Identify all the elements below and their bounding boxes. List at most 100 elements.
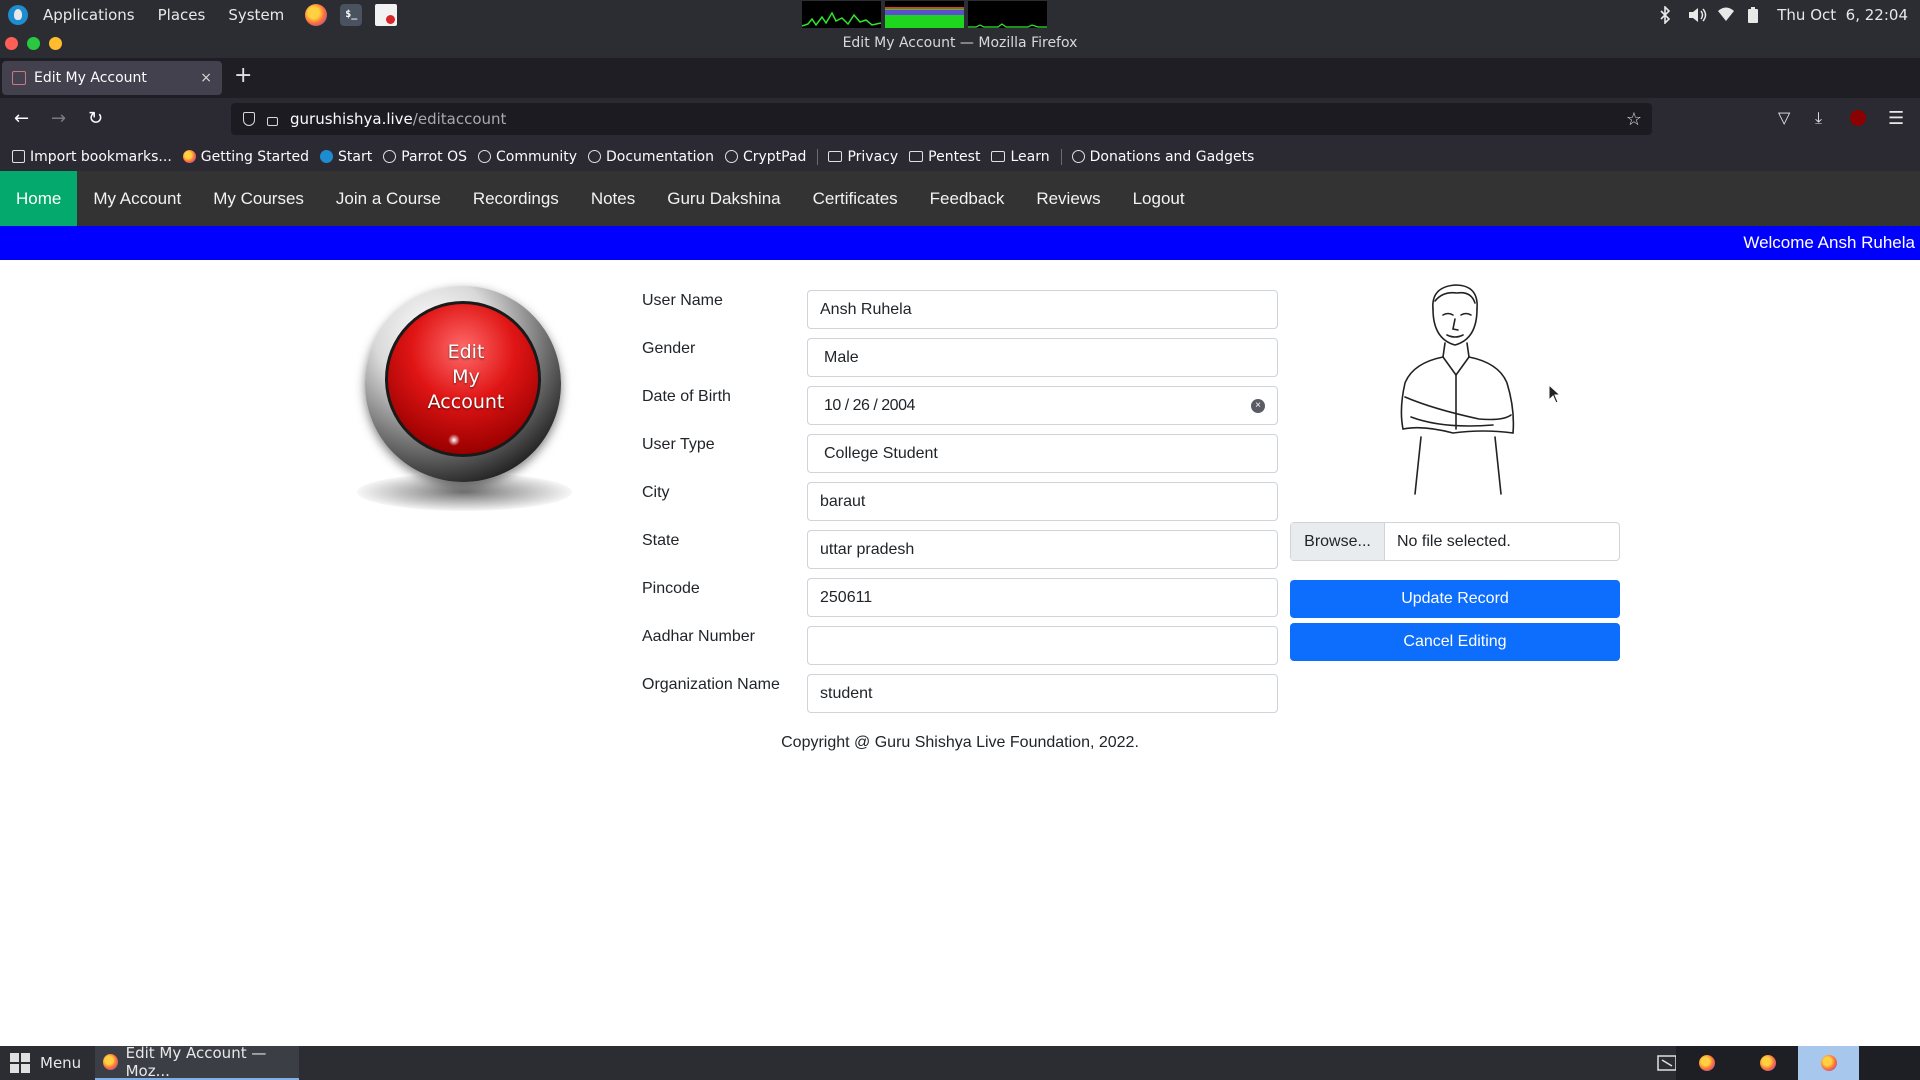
user-name-label: User Name [642, 292, 723, 309]
photo-file-input[interactable]: Browse... No file selected. [1290, 522, 1620, 561]
nav-reviews[interactable]: Reviews [1020, 171, 1116, 226]
bookmark-community[interactable]: Community [477, 149, 577, 165]
network-graph [968, 1, 1047, 28]
new-tab-button[interactable]: + [234, 63, 252, 88]
nav-certificates[interactable]: Certificates [797, 171, 914, 226]
navigation-toolbar: ← → ↻ gurushishya.live/editaccount ☆ ▽ ⤓… [0, 98, 1920, 142]
nav-feedback[interactable]: Feedback [914, 171, 1021, 226]
clock[interactable]: Thu Oct 6, 22:04 [1777, 6, 1908, 24]
battery-icon[interactable] [1747, 6, 1763, 24]
os-taskbar: Menu Edit My Account — Moz... [0, 1044, 1920, 1080]
workspace-3[interactable] [1798, 1046, 1859, 1080]
bookmark-folder-learn[interactable]: Learn [991, 149, 1050, 165]
dob-date-input[interactable]: 10 / 26 / 2004 × [807, 386, 1278, 425]
form-row-dob: Date of Birth 10 / 26 / 2004 × [642, 386, 1278, 425]
lock-icon[interactable] [267, 116, 278, 126]
bookmark-separator [817, 148, 819, 165]
bluetooth-icon[interactable] [1657, 4, 1673, 25]
form-row-pincode: Pincode 250611 [642, 578, 1278, 617]
form-row-user-name: User Name Ansh Ruhela [642, 290, 1278, 329]
volume-icon[interactable] [1687, 6, 1707, 24]
nav-home[interactable]: Home [0, 171, 78, 226]
start-menu-button[interactable]: Menu [10, 1046, 81, 1080]
user-type-select[interactable]: College Student [807, 434, 1278, 473]
organization-input[interactable]: student [807, 674, 1278, 713]
tab-edit-my-account[interactable]: Edit My Account × [2, 61, 222, 95]
edit-account-emblem: Edit My Account [357, 283, 572, 513]
downloads-icon[interactable]: ⤓ [1815, 108, 1822, 128]
url-path: /editaccount [412, 110, 507, 128]
globe-icon [477, 150, 491, 163]
nav-notes[interactable]: Notes [575, 171, 651, 226]
folder-icon [828, 151, 843, 162]
state-input[interactable]: uttar pradesh [807, 530, 1278, 569]
nav-recordings[interactable]: Recordings [457, 171, 575, 226]
bookmark-cryptpad[interactable]: CryptPad [724, 149, 806, 165]
user-name-input[interactable]: Ansh Ruhela [807, 290, 1278, 329]
workspace-2[interactable] [1737, 1046, 1798, 1080]
firefox-icon [1759, 1055, 1776, 1071]
applications-menu[interactable]: Applications [35, 6, 143, 24]
document-launcher-icon[interactable] [375, 3, 398, 26]
bookmark-folder-pentest[interactable]: Pentest [909, 149, 980, 165]
tab-strip: Edit My Account × + [0, 58, 1920, 98]
grid-menu-icon [10, 1053, 30, 1073]
forward-arrow-icon[interactable]: → [51, 108, 66, 129]
firefox-icon [1820, 1055, 1837, 1071]
ublock-origin-icon[interactable] [1850, 110, 1866, 126]
dob-label: Date of Birth [642, 388, 731, 405]
system-menu[interactable]: System [220, 6, 292, 24]
shield-icon[interactable] [243, 112, 255, 126]
workspace-1[interactable] [1676, 1046, 1737, 1080]
parrot-logo-icon[interactable] [8, 4, 28, 25]
web-page: Home My Account My Courses Join a Course… [0, 171, 1920, 1046]
clear-date-icon[interactable]: × [1251, 398, 1265, 413]
browse-button[interactable]: Browse... [1291, 523, 1385, 560]
nav-logout[interactable]: Logout [1117, 171, 1201, 226]
os-top-panel: Applications Places System $_ Thu Oct 6,… [0, 0, 1920, 29]
nav-join-a-course[interactable]: Join a Course [320, 171, 457, 226]
bookmark-start[interactable]: Start [320, 149, 372, 165]
hamburger-menu-icon[interactable]: ☰ [1888, 108, 1904, 129]
taskbar-firefox-window[interactable]: Edit My Account — Moz... [95, 1044, 299, 1080]
pincode-label: Pincode [642, 580, 700, 597]
bookmark-folder-privacy[interactable]: Privacy [828, 149, 898, 165]
firefox-launcher-icon[interactable] [305, 3, 328, 26]
nav-my-account[interactable]: My Account [77, 171, 197, 226]
system-monitor-graphs [802, 1, 1047, 28]
cpu-graph [802, 1, 881, 28]
pocket-icon[interactable]: ▽ [1778, 108, 1790, 127]
bookmark-documentation[interactable]: Documentation [588, 149, 714, 165]
memory-graph [885, 1, 964, 28]
gender-select[interactable]: Male [807, 338, 1278, 377]
city-input[interactable]: baraut [807, 482, 1278, 521]
form-row-state: State uttar pradesh [642, 530, 1278, 569]
bookmark-parrot-os[interactable]: Parrot OS [383, 149, 467, 165]
terminal-launcher-icon[interactable]: $_ [340, 3, 363, 26]
url-bar[interactable]: gurushishya.live/editaccount ☆ [231, 103, 1652, 135]
task-label: Edit My Account — Moz... [125, 1044, 267, 1080]
bookmark-separator [1060, 148, 1062, 165]
gender-label: Gender [642, 340, 696, 357]
bookmark-getting-started[interactable]: Getting Started [182, 149, 309, 165]
bookmark-star-icon[interactable]: ☆ [1626, 109, 1642, 130]
bookmark-import[interactable]: Import bookmarks... [12, 149, 172, 165]
state-label: State [642, 532, 680, 549]
reload-icon[interactable]: ↻ [88, 108, 103, 129]
form-row-organization: Organization Name student [642, 674, 1278, 713]
places-menu[interactable]: Places [150, 6, 214, 24]
pincode-input[interactable]: 250611 [807, 578, 1278, 617]
nav-my-courses[interactable]: My Courses [197, 171, 320, 226]
workspace-4[interactable] [1859, 1046, 1920, 1080]
window-title: Edit My Account — Mozilla Firefox [842, 35, 1078, 51]
window-titlebar: Edit My Account — Mozilla Firefox [0, 29, 1920, 58]
import-icon [12, 150, 25, 163]
back-arrow-icon[interactable]: ← [14, 108, 29, 129]
nav-guru-dakshina[interactable]: Guru Dakshina [651, 171, 796, 226]
wifi-icon[interactable] [1717, 6, 1735, 24]
aadhar-input[interactable] [807, 626, 1278, 665]
update-record-button[interactable]: Update Record [1290, 580, 1620, 618]
tab-close-icon[interactable]: × [200, 70, 212, 86]
cancel-editing-button[interactable]: Cancel Editing [1290, 623, 1620, 661]
bookmark-donations[interactable]: Donations and Gadgets [1071, 149, 1254, 165]
